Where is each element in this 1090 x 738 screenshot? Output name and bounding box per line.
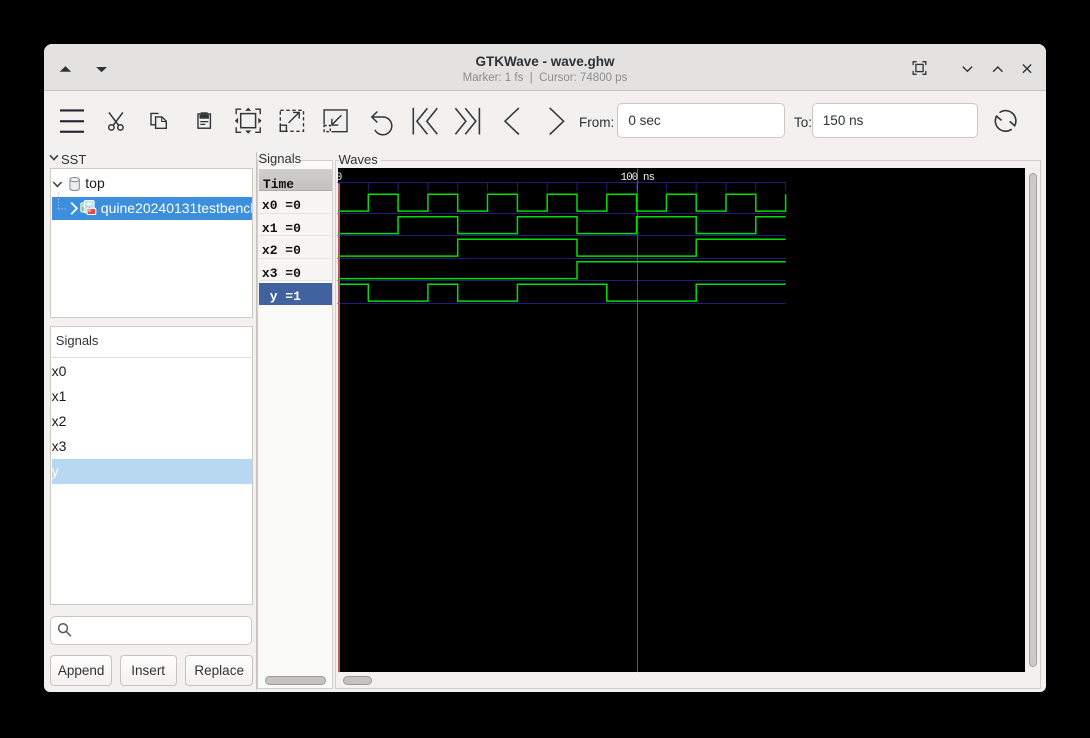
svg-text:100 ns: 100 ns — [620, 172, 654, 184]
svg-text:0: 0 — [336, 172, 342, 184]
